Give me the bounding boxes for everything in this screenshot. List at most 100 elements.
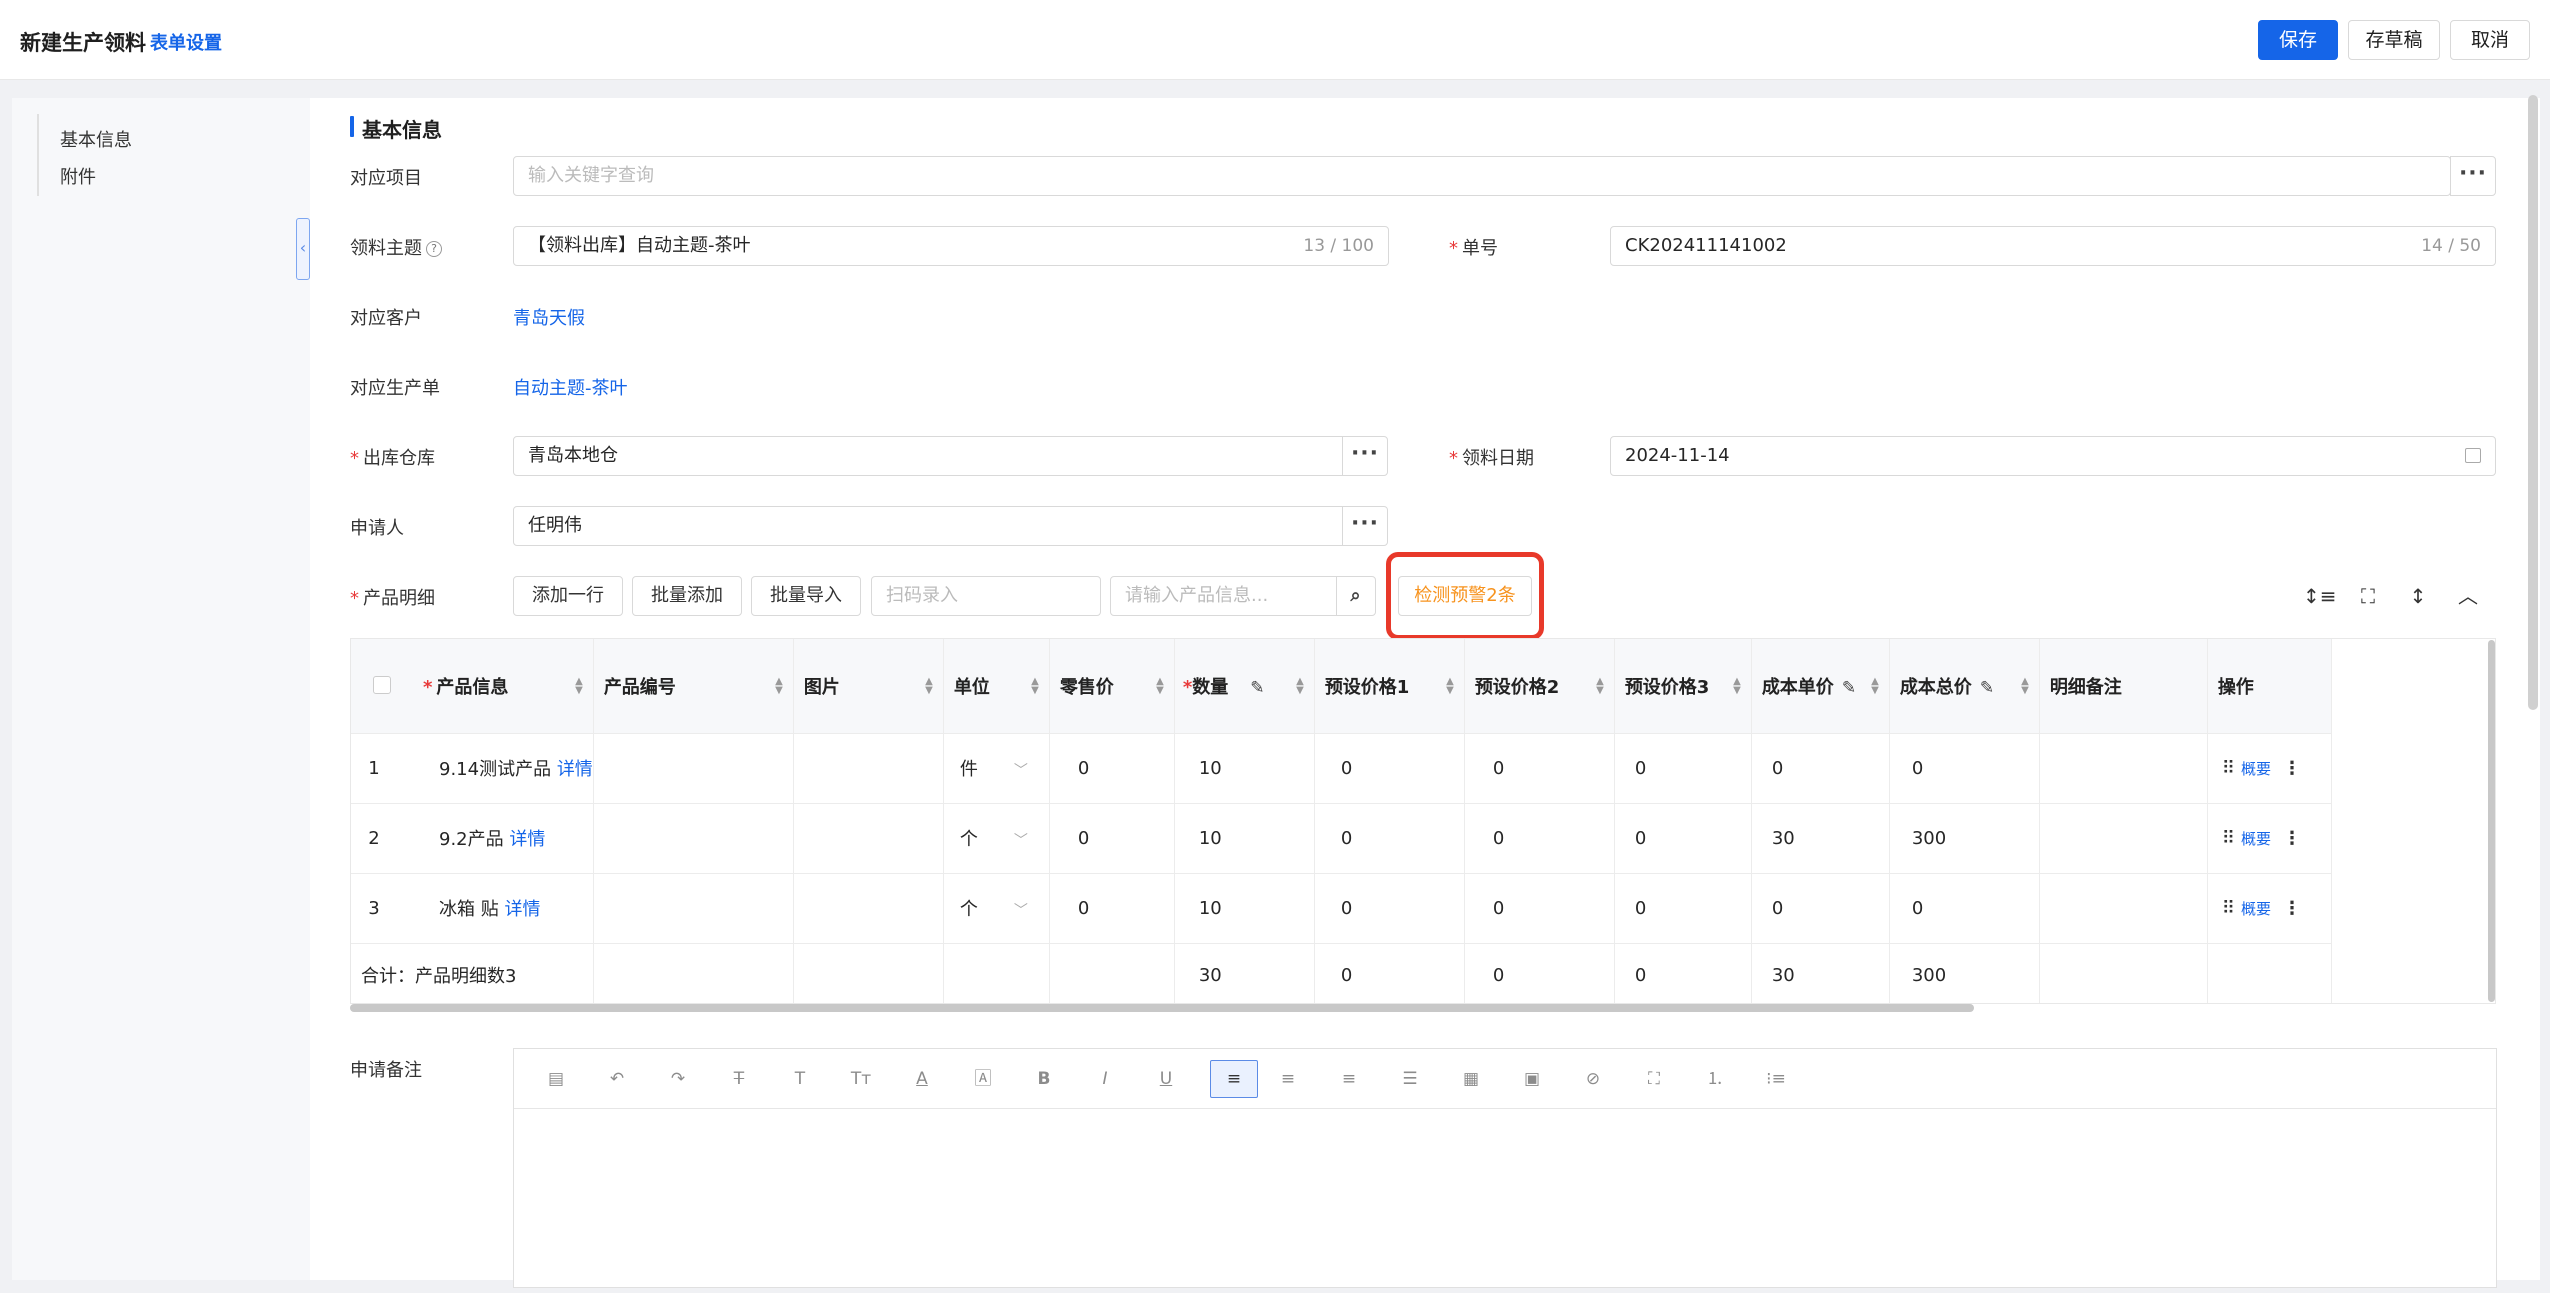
font-color-icon[interactable]: A — [905, 1066, 939, 1092]
header-cost-price[interactable]: 成本单价 ✎ ▲ ▼ — [1751, 639, 1890, 734]
sort-icon[interactable]: ▲ ▼ — [2021, 677, 2029, 696]
detail-link[interactable]: 详情 — [509, 829, 545, 850]
sort-icon[interactable]: ▲ ▼ — [775, 677, 783, 696]
product-code-cell[interactable] — [593, 733, 794, 804]
sort-icon[interactable]: ▲ ▼ — [1296, 677, 1304, 696]
sort-icon[interactable]: ▲ ▼ — [575, 677, 583, 696]
align-right-icon[interactable]: ≡ — [1332, 1066, 1366, 1092]
scan-input[interactable]: 扫码录入 — [871, 576, 1101, 616]
preset-price-3-cell[interactable]: 0 — [1614, 873, 1752, 944]
preset-price-2-cell[interactable]: 0 — [1464, 873, 1615, 944]
header-retail-price[interactable]: 零售价 ▲ ▼ — [1049, 639, 1175, 734]
image-icon[interactable]: ▣ — [1515, 1066, 1549, 1092]
cost-total-cell[interactable]: 0 — [1889, 873, 2040, 944]
header-cost-total[interactable]: 成本总价 ✎ ▲ ▼ — [1889, 639, 2040, 734]
row-height-icon[interactable]: ↕≡ — [2303, 581, 2337, 611]
form-settings-link[interactable]: 表单设置 — [150, 29, 222, 55]
cost-price-cell[interactable]: 0 — [1751, 873, 1890, 944]
header-preset-price-3[interactable]: 预设价格3 ▲ ▼ — [1614, 639, 1752, 734]
cost-total-cell[interactable]: 0 — [1889, 733, 2040, 804]
preset-price-3-cell[interactable]: 0 — [1614, 803, 1752, 874]
table-horizontal-scrollbar[interactable] — [350, 1004, 1974, 1012]
attachment-icon[interactable]: ⊘ — [1576, 1066, 1610, 1092]
align-center-icon[interactable]: ≡ — [1271, 1066, 1305, 1092]
table-icon[interactable]: ▦ — [1454, 1066, 1488, 1092]
save-draft-button[interactable]: 存草稿 — [2348, 20, 2440, 60]
date-input[interactable]: 2024-11-14 — [1610, 436, 2496, 476]
sort-icon[interactable]: ▲ ▼ — [1871, 677, 1879, 696]
sort-icon[interactable]: ▲ ▼ — [1733, 677, 1741, 696]
ordered-list-icon[interactable]: ⒈ — [1698, 1066, 1732, 1092]
subject-input[interactable]: 【领料出库】自动主题-茶叶 13 / 100 — [513, 226, 1389, 266]
cost-price-cell[interactable]: 30 — [1751, 803, 1890, 874]
retail-price-cell[interactable]: 0 — [1049, 873, 1175, 944]
font-size-icon[interactable]: Tт — [844, 1066, 878, 1092]
fullscreen-icon[interactable]: ⛶ — [1637, 1066, 1671, 1092]
header-product-info[interactable]: * 产品信息 ▲ ▼ — [351, 639, 594, 734]
select-all-checkbox[interactable] — [373, 676, 391, 694]
header-quantity[interactable]: *数量 ✎ ▲ ▼ — [1174, 639, 1315, 734]
preset-price-1-cell[interactable]: 0 — [1314, 803, 1465, 874]
sort-icon[interactable]: ▲ ▼ — [1446, 677, 1454, 696]
detail-link[interactable]: 详情 — [504, 899, 540, 920]
header-preset-price-1[interactable]: 预设价格1 ▲ ▼ — [1314, 639, 1465, 734]
text-format-icon[interactable]: T — [783, 1066, 817, 1092]
more-options-icon[interactable]: ⋮ — [2283, 758, 2301, 779]
bold-icon[interactable]: B — [1027, 1066, 1061, 1092]
cost-total-cell[interactable]: 300 — [1889, 803, 2040, 874]
unit-select[interactable]: 个 ﹀ — [943, 873, 1050, 944]
image-cell[interactable] — [793, 873, 944, 944]
retail-price-cell[interactable]: 0 — [1049, 803, 1175, 874]
help-icon[interactable]: ? — [426, 241, 442, 257]
product-code-cell[interactable] — [593, 873, 794, 944]
header-unit[interactable]: 单位 ▲ ▼ — [943, 639, 1050, 734]
unit-select[interactable]: 个 ﹀ — [943, 803, 1050, 874]
edit-icon[interactable]: ✎ — [1980, 678, 1994, 698]
drag-handle-icon[interactable]: ⠿ — [2222, 898, 2235, 919]
search-icon[interactable]: ⌕ — [1336, 576, 1376, 616]
production-order-link[interactable]: 自动主题-茶叶 — [513, 374, 628, 400]
edit-icon[interactable]: ✎ — [1250, 678, 1264, 698]
summary-link[interactable]: 概要 — [2241, 830, 2271, 848]
customer-link[interactable]: 青岛天假 — [513, 304, 585, 330]
header-preset-price-2[interactable]: 预设价格2 ▲ ▼ — [1464, 639, 1615, 734]
remark-cell[interactable] — [2039, 803, 2208, 874]
applicant-input[interactable]: 任明伟 — [513, 506, 1353, 546]
project-input[interactable]: 输入关键字查询 — [513, 156, 2451, 196]
nav-item-attachments[interactable]: 附件 — [60, 163, 96, 189]
cancel-button[interactable]: 取消 — [2450, 20, 2530, 60]
preset-price-3-cell[interactable]: 0 — [1614, 733, 1752, 804]
image-cell[interactable] — [793, 733, 944, 804]
fullscreen-icon[interactable]: ⛶ — [2353, 581, 2383, 611]
redo-icon[interactable]: ↷ — [661, 1066, 695, 1092]
drag-handle-icon[interactable]: ⠿ — [2222, 828, 2235, 849]
applicant-more-button[interactable]: ··· — [1342, 506, 1388, 546]
warehouse-more-button[interactable]: ··· — [1342, 436, 1388, 476]
product-search-input[interactable]: 请输入产品信息... — [1110, 576, 1340, 616]
preset-price-2-cell[interactable]: 0 — [1464, 733, 1615, 804]
retail-price-cell[interactable]: 0 — [1049, 733, 1175, 804]
quantity-cell[interactable]: 10 — [1174, 803, 1315, 874]
editor-content[interactable] — [514, 1109, 2496, 1287]
summary-link[interactable]: 概要 — [2241, 760, 2271, 778]
product-code-cell[interactable] — [593, 803, 794, 874]
sort-icon[interactable]: ▲ ▼ — [1031, 677, 1039, 696]
align-left-icon[interactable]: ≡ — [1210, 1060, 1258, 1098]
remark-cell[interactable] — [2039, 733, 2208, 804]
page-scrollbar[interactable] — [2528, 95, 2538, 710]
undo-icon[interactable]: ↶ — [600, 1066, 634, 1092]
edit-icon[interactable]: ✎ — [1842, 678, 1856, 698]
more-options-icon[interactable]: ⋮ — [2283, 828, 2301, 849]
warehouse-input[interactable]: 青岛本地仓 — [513, 436, 1353, 476]
remark-cell[interactable] — [2039, 873, 2208, 944]
table-vertical-scrollbar[interactable] — [2488, 640, 2495, 1002]
italic-icon[interactable]: I — [1088, 1066, 1122, 1092]
unit-select[interactable]: 件 ﹀ — [943, 733, 1050, 804]
expand-vertical-icon[interactable]: ↕ — [2403, 581, 2433, 611]
detail-link[interactable]: 详情 — [557, 759, 592, 780]
add-row-button[interactable]: 添加一行 — [513, 576, 623, 616]
sort-icon[interactable]: ▲ ▼ — [1156, 677, 1164, 696]
preset-price-2-cell[interactable]: 0 — [1464, 803, 1615, 874]
strikethrough-icon[interactable]: T — [722, 1066, 756, 1092]
sort-icon[interactable]: ▲ ▼ — [925, 677, 933, 696]
